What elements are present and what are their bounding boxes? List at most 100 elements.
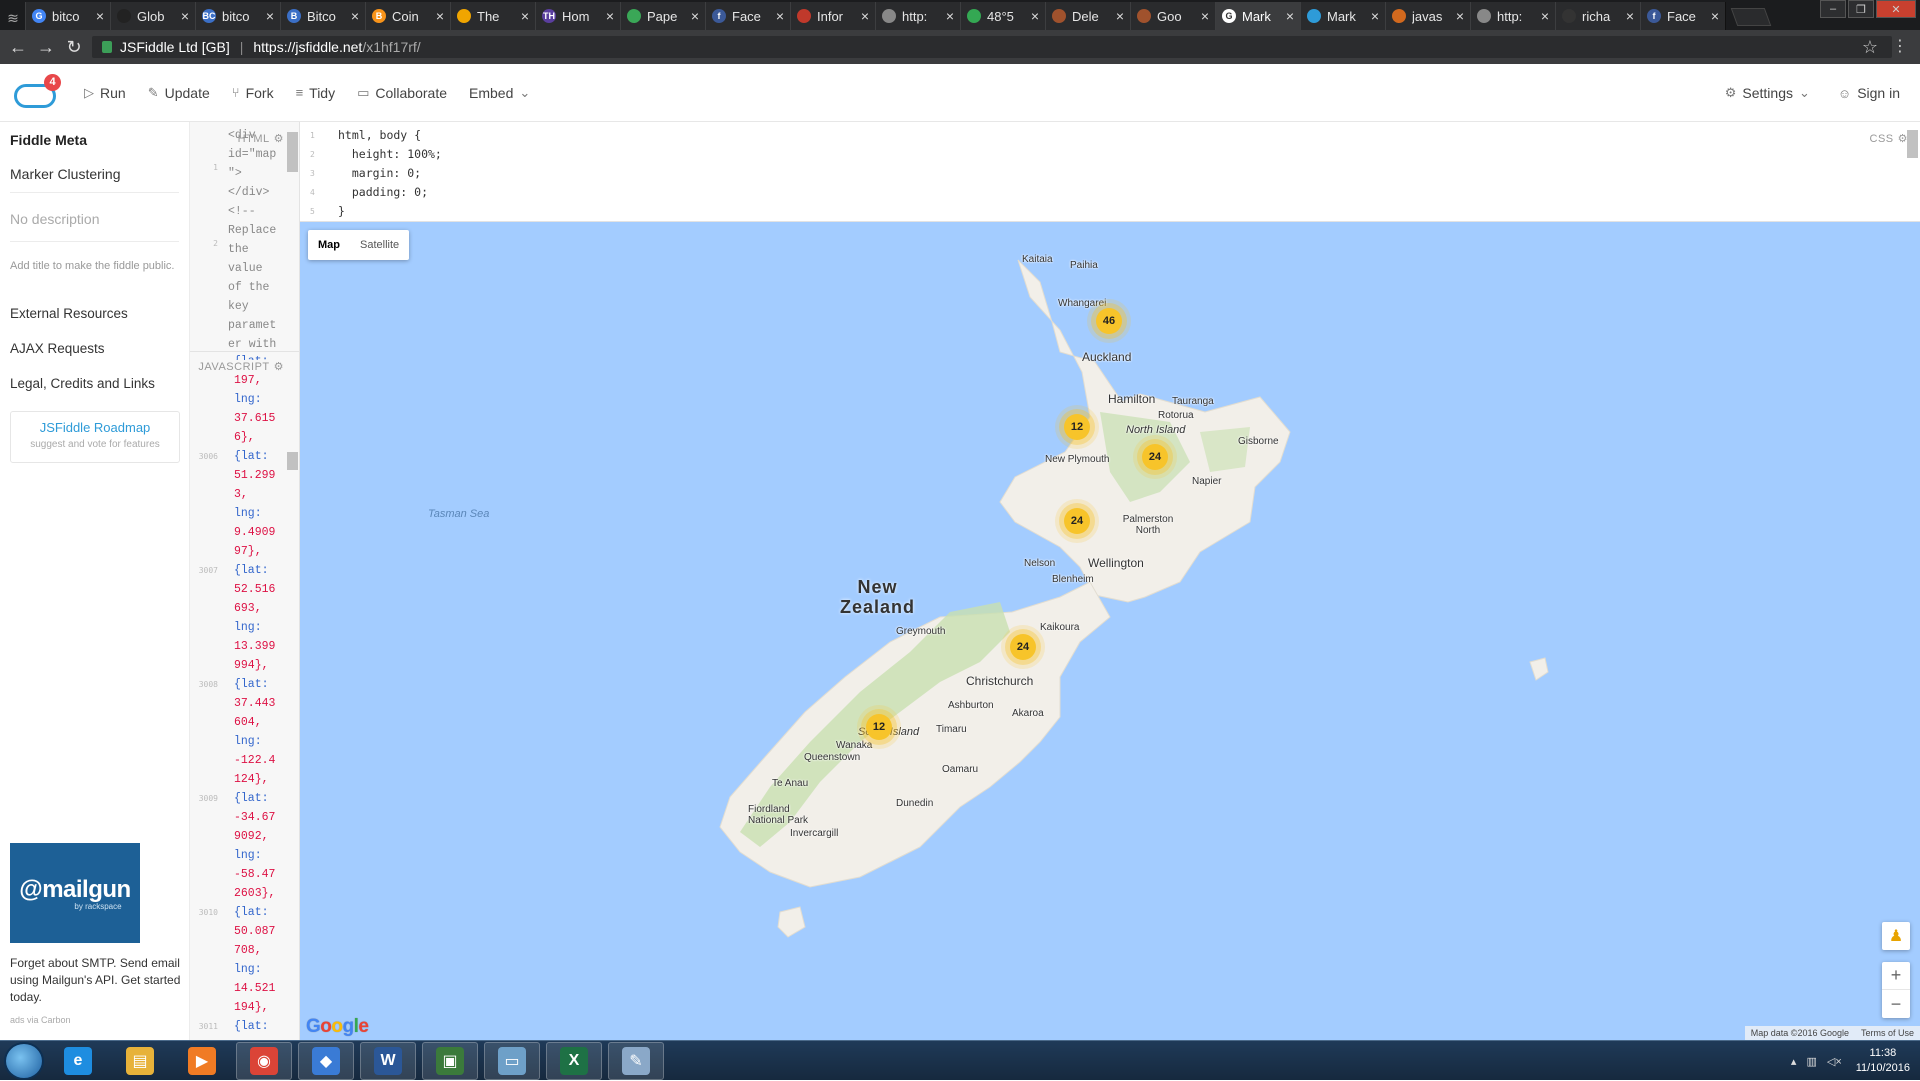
collaborate-button[interactable]: ▭ Collaborate — [357, 85, 447, 101]
map-type-satellite-button[interactable]: Satellite — [350, 230, 409, 260]
street-view-pegman-icon[interactable]: ♟ — [1882, 922, 1910, 950]
javascript-editor[interactable]: 3006 3007 3008 3009 3010 3011 {lat: 197, l… — [190, 352, 300, 1040]
js-scrollbar[interactable] — [287, 452, 298, 470]
terms-of-use-link[interactable]: Terms of Use — [1855, 1028, 1920, 1038]
browser-tab[interactable]: G Mark × — [1215, 2, 1301, 30]
tab-close-icon[interactable]: × — [351, 8, 359, 24]
bookmark-star-icon[interactable]: ☆ — [1862, 37, 1878, 58]
browser-profile-icon[interactable]: ≋ — [0, 6, 26, 30]
browser-tab[interactable]: http: × — [1470, 2, 1556, 30]
taskbar-app[interactable]: ✎ — [608, 1041, 664, 1080]
tab-close-icon[interactable]: × — [1031, 8, 1039, 24]
fiddle-title-field[interactable]: Marker Clustering — [10, 166, 179, 193]
taskbar-app[interactable]: ▤ — [112, 1042, 168, 1080]
ajax-requests-link[interactable]: AJAX Requests — [10, 341, 179, 356]
run-button[interactable]: ▷ Run — [84, 85, 126, 101]
tab-close-icon[interactable]: × — [1201, 8, 1209, 24]
browser-tab[interactable]: Pape × — [620, 2, 706, 30]
embed-button[interactable]: Embed ⌄ — [469, 85, 536, 101]
minimize-button[interactable]: – — [1820, 0, 1846, 18]
tab-close-icon[interactable]: × — [776, 8, 784, 24]
tab-close-icon[interactable]: × — [96, 8, 104, 24]
roadmap-box[interactable]: JSFiddle Roadmap suggest and vote for fe… — [10, 411, 180, 463]
css-scrollbar[interactable] — [1907, 130, 1918, 158]
browser-tab[interactable]: 48°5 × — [960, 2, 1046, 30]
back-arrow-icon[interactable]: ← — [4, 33, 32, 61]
tab-close-icon[interactable]: × — [1626, 8, 1634, 24]
taskbar-app[interactable]: ▣ — [422, 1041, 478, 1080]
tab-close-icon[interactable]: × — [1711, 8, 1719, 24]
browser-tab[interactable]: javas × — [1385, 2, 1471, 30]
taskbar-app[interactable]: ▭ — [484, 1041, 540, 1080]
css-editor[interactable]: 12345 html, body { height: 100%; margin:… — [300, 122, 1920, 222]
start-button[interactable] — [4, 1041, 44, 1080]
browser-tab[interactable]: Glob × — [110, 2, 196, 30]
tab-close-icon[interactable]: × — [436, 8, 444, 24]
speaker-muted-icon[interactable]: ◁× — [1827, 1055, 1842, 1068]
new-tab-button[interactable] — [1730, 8, 1772, 26]
reload-icon[interactable]: ↻ — [60, 33, 88, 61]
tab-close-icon[interactable]: × — [1371, 8, 1379, 24]
tab-close-icon[interactable]: × — [266, 8, 274, 24]
carbon-ad[interactable]: @mailgun by rackspace Forget about SMTP.… — [10, 843, 182, 1025]
settings-button[interactable]: ⚙ Settings ⌄ — [1725, 85, 1816, 101]
tab-close-icon[interactable]: × — [1286, 8, 1294, 24]
tidy-button[interactable]: ≡ Tidy — [296, 85, 336, 101]
legal-credits-link[interactable]: Legal, Credits and Links — [10, 376, 179, 391]
address-bar[interactable]: JSFiddle Ltd [GB] | https://jsfiddle.net… — [92, 36, 1892, 58]
browser-menu-icon[interactable]: ⋮ — [1892, 36, 1908, 56]
browser-tab[interactable]: TH Hom × — [535, 2, 621, 30]
browser-tab[interactable]: f Face × — [1640, 2, 1726, 30]
browser-tab[interactable]: The × — [450, 2, 536, 30]
taskbar-app[interactable]: ◉ — [236, 1041, 292, 1080]
browser-tab[interactable]: Gbitco × — [25, 2, 111, 30]
tab-close-icon[interactable]: × — [521, 8, 529, 24]
map-type-map-button[interactable]: Map — [308, 230, 350, 260]
browser-tab[interactable]: richa × — [1555, 2, 1641, 30]
tab-close-icon[interactable]: × — [691, 8, 699, 24]
browser-tab[interactable]: http: × — [875, 2, 961, 30]
tab-close-icon[interactable]: × — [1456, 8, 1464, 24]
jsfiddle-logo[interactable]: 4 — [14, 73, 61, 108]
external-resources-link[interactable]: External Resources — [10, 306, 179, 321]
browser-tab[interactable]: BC bitco × — [195, 2, 281, 30]
fork-button[interactable]: ⑂ Fork — [232, 85, 274, 101]
browser-tab[interactable]: B Bitco × — [280, 2, 366, 30]
gear-icon[interactable]: ⚙ — [274, 132, 284, 145]
gear-icon[interactable]: ⚙ — [274, 360, 284, 373]
close-window-button[interactable]: ✕ — [1876, 0, 1916, 18]
browser-tab[interactable]: B Coin × — [365, 2, 451, 30]
zoom-out-button[interactable]: − — [1882, 990, 1910, 1018]
marker-cluster[interactable]: 12 — [866, 714, 892, 740]
fiddle-description-field[interactable]: No description — [10, 211, 179, 242]
network-icon[interactable]: ▥ — [1806, 1055, 1816, 1068]
browser-tab[interactable]: Infor × — [790, 2, 876, 30]
taskbar-app[interactable]: X — [546, 1041, 602, 1080]
browser-tab[interactable]: f Face × — [705, 2, 791, 30]
browser-tab[interactable]: Goo × — [1130, 2, 1216, 30]
marker-cluster[interactable]: 24 — [1010, 634, 1036, 660]
marker-cluster[interactable]: 46 — [1096, 308, 1122, 334]
update-button[interactable]: ✎ Update — [148, 85, 210, 101]
tab-close-icon[interactable]: × — [861, 8, 869, 24]
maximize-button[interactable]: ❐ — [1848, 0, 1874, 18]
signin-button[interactable]: ☺ Sign in — [1838, 85, 1900, 101]
browser-tab[interactable]: Dele × — [1045, 2, 1131, 30]
html-editor[interactable]: 12 <div id="map "> </div> <!-- Replace t… — [190, 122, 300, 352]
tab-close-icon[interactable]: × — [946, 8, 954, 24]
tab-close-icon[interactable]: × — [1116, 8, 1124, 24]
forward-arrow-icon[interactable]: → — [32, 33, 60, 61]
taskbar-app[interactable]: e — [50, 1042, 106, 1080]
taskbar-app[interactable]: W — [360, 1041, 416, 1080]
tab-close-icon[interactable]: × — [606, 8, 614, 24]
marker-cluster[interactable]: 24 — [1064, 508, 1090, 534]
html-scrollbar[interactable] — [287, 132, 298, 172]
marker-cluster[interactable]: 12 — [1064, 414, 1090, 440]
taskbar-app[interactable]: ◆ — [298, 1041, 354, 1080]
taskbar-app[interactable]: ▶ — [174, 1042, 230, 1080]
clock[interactable]: 11:38 11/10/2016 — [1856, 1046, 1910, 1076]
tray-arrow-icon[interactable]: ▴ — [1791, 1055, 1797, 1068]
tab-close-icon[interactable]: × — [1541, 8, 1549, 24]
zoom-in-button[interactable]: + — [1882, 962, 1910, 990]
browser-tab[interactable]: Mark × — [1300, 2, 1386, 30]
